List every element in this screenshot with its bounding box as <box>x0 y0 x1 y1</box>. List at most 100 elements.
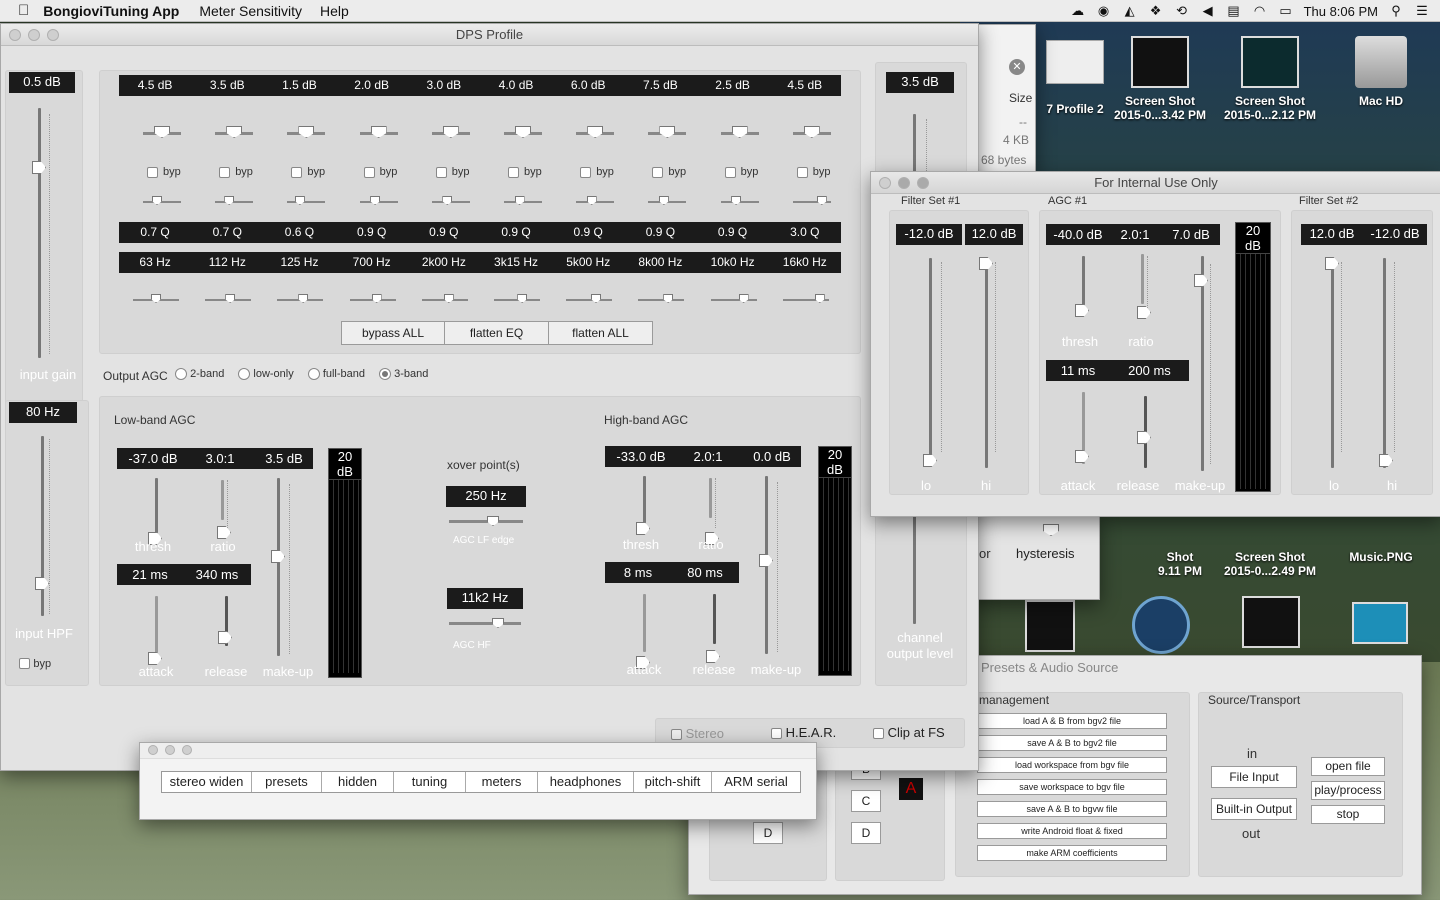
dropbox-icon[interactable]: ❖ <box>1148 4 1164 18</box>
eq-bypass-checkbox[interactable]: byp <box>580 166 614 178</box>
eq-q-slider[interactable] <box>224 196 235 205</box>
eq-freq-slider[interactable] <box>371 294 382 303</box>
status-icon[interactable]: ◭ <box>1122 4 1138 18</box>
eq-freq-slider[interactable] <box>443 294 454 303</box>
steam-icon[interactable] <box>1132 596 1190 654</box>
eq-freq-slider[interactable] <box>663 294 674 303</box>
hear-option[interactable]: H.E.A.R. <box>771 725 836 740</box>
agc-lowonly-radio[interactable]: low-only <box>238 368 294 381</box>
tab-arm-serial[interactable]: ARM serial <box>712 772 800 792</box>
desktop-icon[interactable]: Screen Shot 2015-0...2.12 PM <box>1215 36 1325 122</box>
eq-q-slider[interactable] <box>586 196 597 205</box>
clear-search-icon[interactable]: ✕ <box>1009 59 1025 75</box>
eq-q-slider[interactable] <box>514 196 525 205</box>
preset-action-button[interactable]: load A & B from bgv2 file <box>977 713 1167 729</box>
stop-button[interactable]: stop <box>1311 805 1385 824</box>
wifi-icon[interactable]: ◠ <box>1252 4 1268 18</box>
agc1-release-slider[interactable] <box>1137 431 1151 444</box>
eq-gain-slider[interactable] <box>154 126 170 138</box>
sync-icon[interactable]: ◉ <box>1096 4 1112 18</box>
eq-bypass-checkbox[interactable]: byp <box>508 166 542 178</box>
eq-gain-slider[interactable] <box>370 126 387 138</box>
preset-c-button[interactable]: C <box>851 790 881 812</box>
desktop-icon[interactable]: Mac HD <box>1326 36 1436 108</box>
eq-freq-slider[interactable] <box>738 294 749 303</box>
preset-action-button[interactable]: save workspace to bgv file <box>977 779 1167 795</box>
zoom-button[interactable] <box>47 29 59 41</box>
image-thumb-icon[interactable] <box>1352 602 1408 644</box>
agc-makeup-slider[interactable] <box>759 554 773 567</box>
eq-bypass-checkbox[interactable]: byp <box>652 166 686 178</box>
eq-q-slider[interactable] <box>731 196 742 205</box>
eq-bypass-checkbox[interactable]: byp <box>291 166 325 178</box>
tab-headphones[interactable]: headphones <box>538 772 634 792</box>
agc-2band-radio[interactable]: 2-band <box>175 368 224 381</box>
apple-icon[interactable]:  <box>18 2 29 19</box>
desktop-icon[interactable]: Music.PNG <box>1326 550 1436 564</box>
time-machine-icon[interactable]: ⟲ <box>1174 4 1190 18</box>
volume-icon[interactable]: ◀ <box>1200 4 1216 18</box>
screenshot-thumb-icon[interactable] <box>1242 596 1300 648</box>
agc-thresh-slider[interactable] <box>636 522 650 535</box>
flatten-eq-button[interactable]: flatten EQ <box>444 321 549 345</box>
eq-q-slider[interactable] <box>658 196 669 205</box>
desktop-icon[interactable]: Shot 9.11 PM <box>1140 550 1220 578</box>
keyboard-icon[interactable]: ▤ <box>1226 4 1242 18</box>
eq-bypass-checkbox[interactable]: byp <box>219 166 253 178</box>
preset-action-button[interactable]: load workspace from bgv file <box>977 757 1167 773</box>
agc-fullband-radio[interactable]: full-band <box>307 368 365 381</box>
eq-bypass-checkbox[interactable]: byp <box>796 166 831 178</box>
desktop-icon[interactable]: Screen Shot 2015-0...2.49 PM <box>1215 550 1325 578</box>
builtin-output-button[interactable]: Built-in Output <box>1211 798 1297 820</box>
eq-gain-slider[interactable] <box>442 126 459 138</box>
preset-d-button[interactable]: D <box>753 822 783 844</box>
clock[interactable]: Thu 8:06 PM <box>1304 4 1378 19</box>
agc1-thresh-slider[interactable] <box>1075 304 1089 317</box>
tab-meters[interactable]: meters <box>466 772 538 792</box>
preset-a-indicator[interactable]: A <box>899 778 923 800</box>
eq-q-slider[interactable] <box>442 196 453 205</box>
battery-icon[interactable]: ▭ <box>1278 4 1294 18</box>
eq-gain-slider[interactable] <box>803 126 820 138</box>
eq-freq-slider[interactable] <box>591 294 601 303</box>
eq-bypass-checkbox[interactable]: byp <box>147 166 181 178</box>
spotlight-icon[interactable]: ⚲ <box>1388 4 1404 18</box>
eq-q-slider[interactable] <box>152 196 162 205</box>
minimize-button[interactable] <box>28 29 40 41</box>
desktop-icon[interactable]: Screen Shot 2015-0...3.42 PM <box>1105 36 1215 122</box>
file-input-button[interactable]: File Input <box>1211 766 1297 788</box>
eq-freq-slider[interactable] <box>151 294 161 303</box>
eq-bypass-checkbox[interactable]: byp <box>435 166 470 178</box>
bypass-all-button[interactable]: bypass ALL <box>341 321 445 345</box>
agc1-ratio-slider[interactable] <box>1137 306 1151 319</box>
agc1-attack-slider[interactable] <box>1075 450 1089 463</box>
eq-gain-slider[interactable] <box>731 126 748 138</box>
agc-ratio-slider[interactable] <box>217 526 231 539</box>
tab-presets[interactable]: presets <box>252 772 322 792</box>
preset-d2-button[interactable]: D <box>851 822 881 844</box>
tab-hidden[interactable]: hidden <box>322 772 394 792</box>
preset-action-button[interactable]: save A & B to bgvw file <box>977 801 1167 817</box>
notification-center-icon[interactable]: ☰ <box>1414 4 1430 18</box>
agc-makeup-slider[interactable] <box>271 550 285 563</box>
cloud-icon[interactable]: ☁ <box>1070 4 1086 18</box>
flatten-all-button[interactable]: flatten ALL <box>548 321 653 345</box>
menu-help[interactable]: Help <box>320 3 349 19</box>
clip-at-fs-option[interactable]: Clip at FS <box>873 725 945 740</box>
preset-action-button[interactable]: write Android float & fixed <box>977 823 1167 839</box>
eq-q-slider[interactable] <box>294 196 305 205</box>
tab-pitch-shift[interactable]: pitch-shift <box>634 772 712 792</box>
tab-stereo-widen[interactable]: stereo widen <box>162 772 252 792</box>
preset-action-button[interactable]: save A & B to bgv2 file <box>977 735 1167 751</box>
menu-meter-sensitivity[interactable]: Meter Sensitivity <box>199 3 302 19</box>
eq-freq-slider[interactable] <box>298 294 309 303</box>
hysteresis-slider[interactable] <box>1043 524 1059 536</box>
eq-bypass-checkbox[interactable]: byp <box>363 166 397 178</box>
eq-bypass-checkbox[interactable]: byp <box>724 166 758 178</box>
close-button[interactable] <box>9 29 21 41</box>
eq-gain-slider[interactable] <box>226 126 243 138</box>
tab-tuning[interactable]: tuning <box>394 772 466 792</box>
app-menu[interactable]: BongioviTuning App <box>43 3 179 19</box>
hpf-bypass-checkbox[interactable] <box>19 658 30 670</box>
eq-gain-slider[interactable] <box>515 126 531 138</box>
